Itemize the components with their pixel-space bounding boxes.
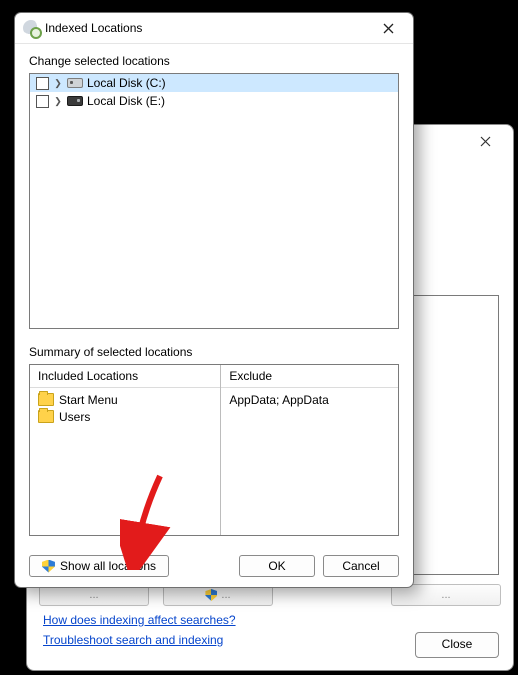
link-affect-searches[interactable]: How does indexing affect searches? [43,613,236,627]
show-all-locations-button[interactable]: Show all locations [29,555,169,577]
folder-icon [38,410,54,423]
exclude-cell: AppData; AppData [229,392,390,409]
summary-table: Included Locations Start Menu Users Excl… [29,364,399,536]
back-links: How does indexing affect searches? Troub… [43,613,236,647]
col-head-included[interactable]: Included Locations [30,365,220,388]
checkbox[interactable] [36,95,49,108]
button-label: Show all locations [60,559,156,573]
index-icon [23,20,39,36]
link-troubleshoot[interactable]: Troubleshoot search and indexing [43,633,236,647]
disk-icon [67,96,83,106]
cancel-button[interactable]: Cancel [323,555,399,577]
shield-icon [42,560,55,573]
dialog-footer: Show all locations OK Cancel [15,548,413,587]
tree-row[interactable]: ❯ Local Disk (C:) [30,74,398,92]
chevron-right-icon[interactable]: ❯ [53,96,63,106]
disk-icon [67,78,83,88]
chevron-right-icon[interactable]: ❯ [53,78,63,88]
list-item[interactable]: Users [38,409,212,426]
locations-tree[interactable]: ❯ Local Disk (C:) ❯ Local Disk (E:) [29,73,399,329]
folder-icon [38,393,54,406]
close-icon[interactable] [465,127,505,155]
tree-row[interactable]: ❯ Local Disk (E:) [30,92,398,110]
list-item[interactable]: Start Menu [38,392,212,409]
change-locations-label: Change selected locations [29,54,399,68]
col-head-exclude[interactable]: Exclude [221,365,398,388]
summary-label: Summary of selected locations [29,345,399,359]
ok-button[interactable]: OK [239,555,315,577]
tree-item-label: Local Disk (C:) [87,76,166,90]
tree-item-label: Local Disk (E:) [87,94,165,108]
titlebar: Indexed Locations [15,13,413,44]
dialog-title: Indexed Locations [45,21,367,35]
indexed-locations-dialog: Indexed Locations Change selected locati… [14,12,414,588]
checkbox[interactable] [36,77,49,90]
close-icon[interactable] [367,14,409,42]
close-button[interactable]: Close [415,632,499,658]
